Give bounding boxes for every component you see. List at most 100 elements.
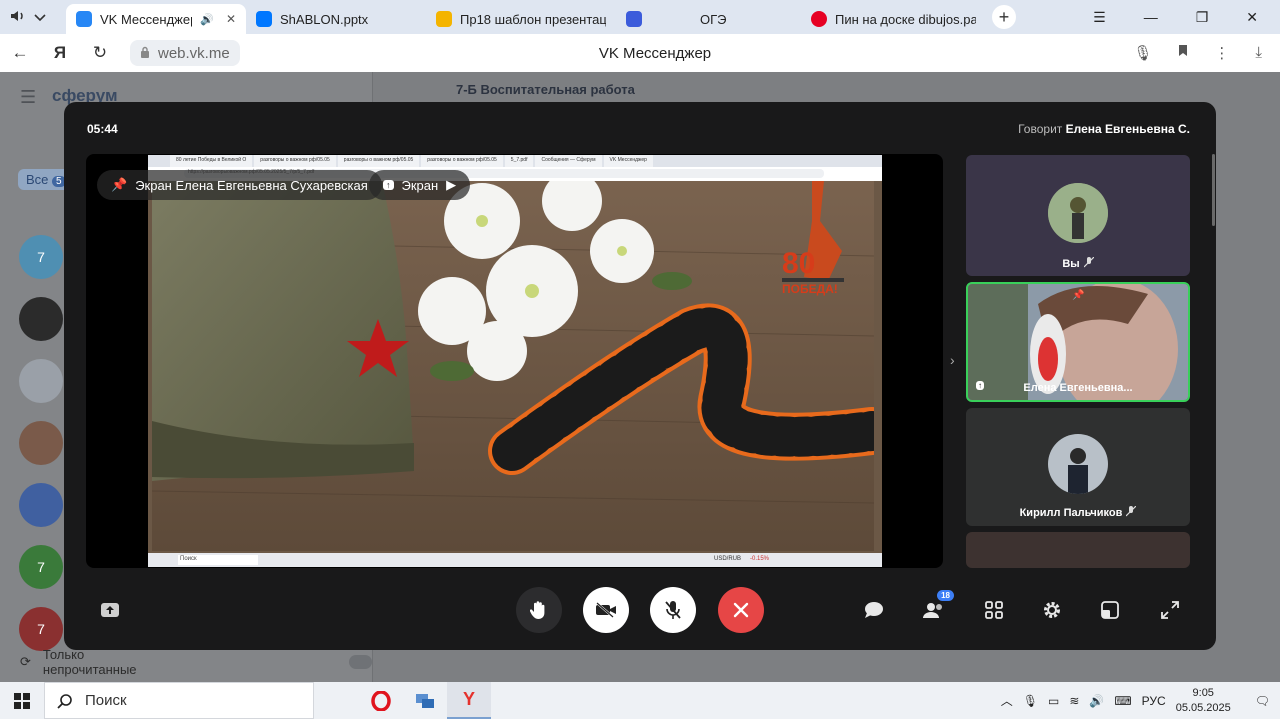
back-icon[interactable]: ← — [0, 43, 40, 63]
microphone-icon[interactable]: 🎙 — [1023, 694, 1038, 708]
page-title: VK Мессенджер — [598, 44, 712, 62]
speaker-icon[interactable] — [10, 9, 26, 26]
shared-browser-tabs: 80 летие Победы в Великой О разговоры о … — [148, 155, 882, 167]
menu-icon[interactable]: ☰ — [1093, 9, 1106, 26]
microphone-off-button[interactable] — [650, 587, 696, 633]
participant-name: Вы — [966, 256, 1190, 271]
mic-muted-icon — [1125, 505, 1137, 520]
opera-app[interactable] — [359, 682, 403, 719]
chevron-up-icon[interactable]: ︿ — [1001, 692, 1013, 709]
participants-scrollbar[interactable] — [1212, 154, 1215, 226]
windows-icon — [14, 692, 30, 709]
screen-owner-pill[interactable]: 📌 Экран Елена Евгеньевна Сухаревская — [97, 170, 382, 200]
call-window: 05:44 Говорит Елена Евгеньевна С. 80 лет… — [64, 102, 1216, 650]
menu-icon[interactable]: ☰ — [20, 87, 36, 108]
network-app[interactable] — [403, 682, 447, 719]
end-call-button[interactable] — [718, 587, 764, 633]
microphone-icon[interactable]: 🎙 — [1133, 44, 1152, 62]
speaking-name: Елена Евгеньевна С. — [1065, 122, 1190, 136]
system-tray: ︿ 🎙 ▭ ≋ 🔊 ⌨ РУС 9:05 05.05.2025 🗨 — [1001, 686, 1280, 716]
more-icon[interactable]: ⋮ — [1214, 44, 1229, 62]
shared-tab: 80 летие Победы в Великой О — [170, 155, 253, 167]
camera-off-button[interactable] — [583, 587, 629, 633]
windows-start-button[interactable] — [0, 682, 44, 719]
yandex-icon[interactable]: Я — [40, 43, 80, 63]
tab-controls[interactable] — [0, 0, 66, 34]
chat-avatar[interactable]: 7 — [19, 545, 63, 589]
restore-icon[interactable]: ❐ — [1196, 9, 1209, 26]
download-icon[interactable]: ⤓ — [1255, 44, 1262, 62]
unread-filter[interactable]: ⟳ Только непрочитанные — [20, 647, 372, 677]
chat-avatar[interactable] — [19, 483, 63, 527]
chat-avatar[interactable] — [19, 359, 63, 403]
participant-tile-you[interactable]: Вы — [966, 155, 1190, 276]
settings-button[interactable] — [1038, 596, 1066, 624]
camera-off-icon — [596, 602, 616, 618]
tab-title: ОГЭ — [700, 11, 727, 27]
tab-shablon[interactable]: ShABLON.pptx — [246, 4, 426, 34]
picture-in-picture-icon — [1101, 601, 1119, 619]
participants-button[interactable]: 18 — [920, 590, 954, 624]
url-field[interactable]: web.vk.me — [130, 40, 240, 66]
fullscreen-button[interactable] — [1156, 596, 1184, 624]
participant-tile-partial[interactable] — [966, 532, 1190, 568]
chat-avatar[interactable]: 7 — [19, 235, 63, 279]
vk-favicon-icon — [256, 11, 272, 27]
taskbar-search[interactable]: Поиск — [44, 682, 314, 719]
search-icon — [57, 693, 72, 709]
chat-title: 7-Б Воспитательная работа — [456, 82, 635, 97]
raise-hand-button[interactable] — [516, 587, 562, 633]
avatar — [1048, 183, 1108, 243]
share-screen-button[interactable] — [96, 596, 124, 624]
tab-vk-messenger[interactable]: VK Мессенджер 🔊 ✕ — [66, 4, 246, 34]
opera-icon — [371, 690, 391, 711]
keyboard-icon[interactable]: ⌨ — [1114, 694, 1131, 708]
close-icon[interactable]: ✕ — [226, 12, 236, 26]
participant-name-text: Кирилл Пальчиков — [1019, 507, 1123, 519]
minimize-icon[interactable]: — — [1144, 9, 1158, 26]
close-window-icon[interactable]: ✕ — [1246, 9, 1258, 26]
taskbar-clock[interactable]: 9:05 05.05.2025 — [1176, 686, 1231, 716]
chevron-right-icon[interactable]: › — [950, 352, 955, 368]
tab-pinterest[interactable]: Пин на доске dibujos.para — [801, 4, 986, 34]
language-indicator[interactable]: РУС — [1142, 694, 1166, 708]
vk-favicon-icon — [76, 11, 92, 27]
reload-icon[interactable]: ↻ — [80, 43, 120, 63]
tab-presentation[interactable]: Пр18 шаблон презентаци — [426, 4, 616, 34]
shared-taskbar: Поиск USD/RUB -0.15% — [148, 553, 882, 567]
tab-title: Пин на доске dibujos.para — [835, 11, 976, 27]
shared-tab: VK Мессенджер — [603, 155, 653, 167]
badge-number: 80 — [782, 247, 815, 280]
speaking-label: Говорит — [1018, 122, 1063, 136]
chat-avatar[interactable] — [19, 297, 63, 341]
pin-icon: 📌 — [1072, 290, 1085, 301]
screen-share-area[interactable]: 80 летие Победы в Великой О разговоры о … — [86, 154, 943, 568]
tab-oge[interactable]: ОГЭ — [616, 4, 801, 34]
pinterest-favicon-icon — [811, 11, 827, 27]
minimize-call-button[interactable] — [1096, 596, 1124, 624]
bookmark-icon[interactable] — [1178, 44, 1188, 62]
participant-tile-elena[interactable]: 📌 ↑ Елена Евгеньевна... — [966, 282, 1190, 402]
volume-icon[interactable]: 🔊 — [1089, 694, 1104, 708]
participant-tile-kirill[interactable]: Кирилл Пальчиков — [966, 408, 1190, 526]
window-controls: ☰ — ❐ ✕ — [1093, 9, 1280, 26]
yandex-browser-app[interactable]: Y — [447, 682, 491, 719]
notifications-icon[interactable]: 🗨 — [1255, 694, 1270, 708]
shared-tab: 5_7.pdf — [504, 155, 534, 167]
chat-avatar[interactable] — [19, 421, 63, 465]
battery-icon[interactable]: ▭ — [1048, 694, 1059, 708]
wifi-icon[interactable]: ≋ — [1069, 694, 1079, 708]
unread-toggle[interactable] — [348, 655, 372, 669]
unread-label: Только непрочитанные — [42, 647, 137, 677]
browser-tabstrip: VK Мессенджер 🔊 ✕ ShABLON.pptx Пр18 шабл… — [0, 0, 1280, 34]
shared-tab: разговоры о важном рф/05.05 — [254, 155, 336, 167]
chevron-down-icon[interactable] — [34, 10, 46, 25]
grid-layout-button[interactable] — [980, 596, 1008, 624]
gear-icon — [1044, 602, 1060, 618]
new-tab-button[interactable]: + — [992, 5, 1016, 29]
share-screen-icon: ↑ — [383, 180, 394, 190]
mic-off-icon — [665, 601, 681, 619]
chat-button[interactable] — [860, 596, 888, 624]
shared-tab: Сообщения — Сферум — [535, 155, 602, 167]
chat-avatar[interactable]: 7 — [19, 607, 63, 651]
